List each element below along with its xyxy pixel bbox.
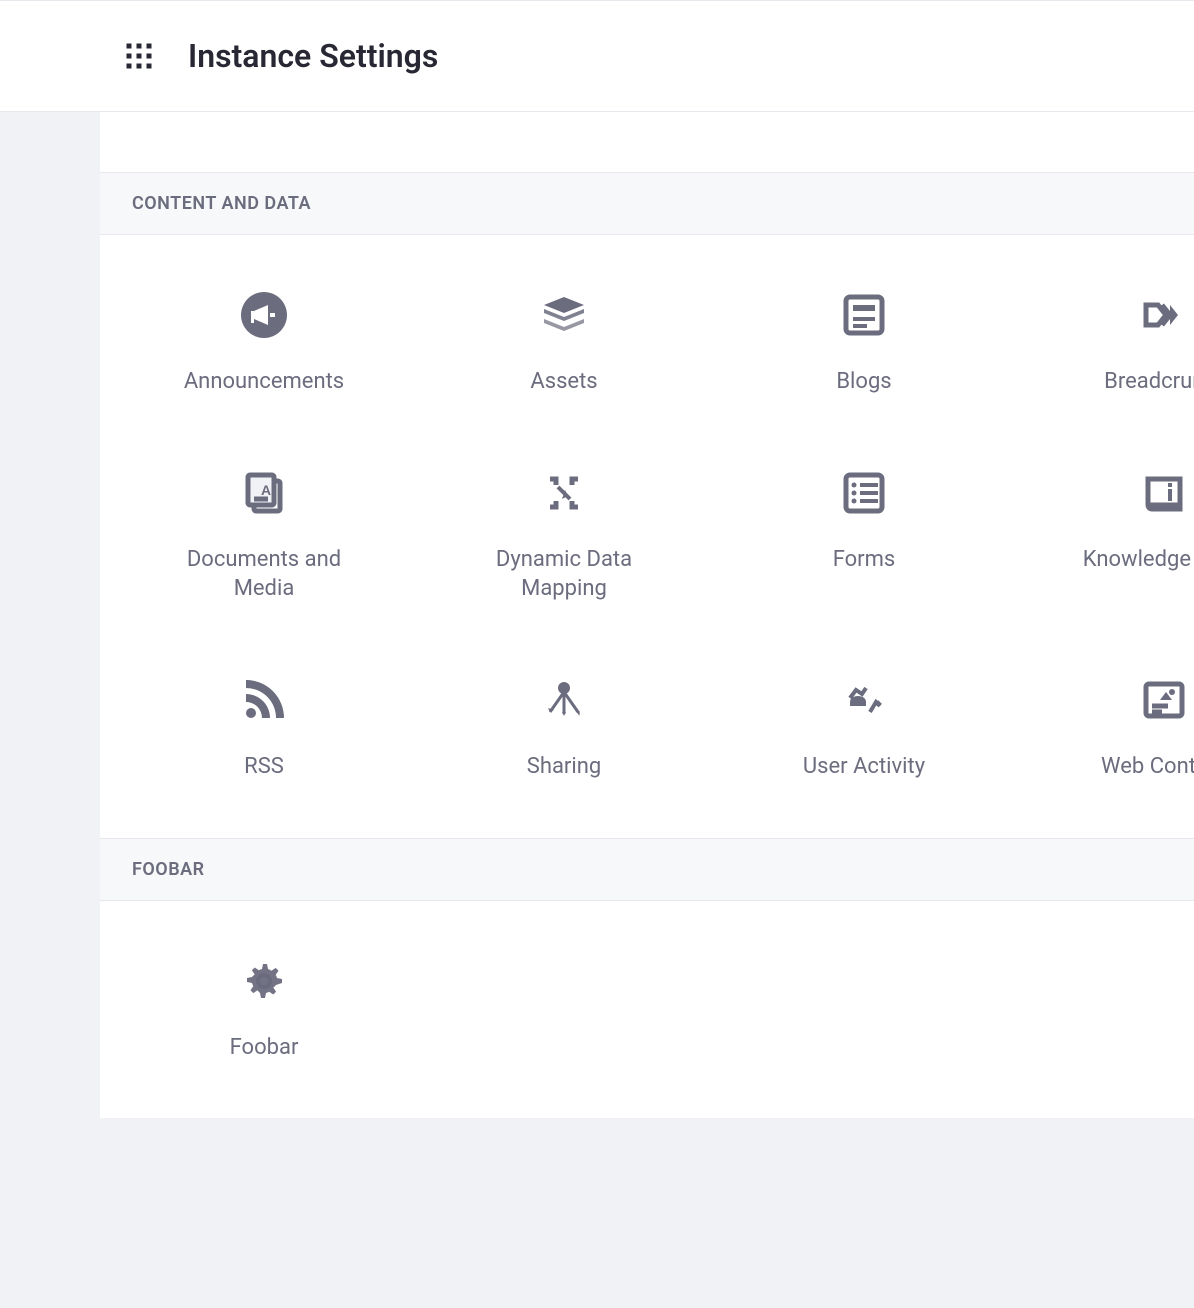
tile-label: Foobar [230, 1033, 299, 1063]
section-header-content-and-data: CONTENT AND DATA [100, 172, 1194, 235]
documents-icon: A [240, 469, 288, 517]
tile-forms[interactable]: Forms [714, 453, 1014, 620]
forms-icon [840, 469, 888, 517]
tile-dynamic-data-mapping[interactable]: Dynamic Data Mapping [414, 453, 714, 620]
content: CONTENT AND DATA Announcements Assets [100, 112, 1194, 1118]
tile-breadcrumb[interactable]: Breadcrumb [1014, 275, 1194, 413]
tile-label: Knowledge Base [1083, 545, 1194, 575]
apps-menu-icon[interactable] [122, 39, 156, 73]
stack-icon [540, 291, 588, 339]
tile-label: User Activity [803, 752, 925, 782]
tile-rss[interactable]: RSS [114, 660, 414, 798]
tile-label: Assets [530, 367, 597, 397]
megaphone-icon [240, 291, 288, 339]
tile-label: Forms [833, 545, 896, 575]
sharing-icon [540, 676, 588, 724]
grid-content-and-data: Announcements Assets Blog [100, 235, 1194, 838]
knowledge-icon [1140, 469, 1188, 517]
tile-label: Blogs [836, 367, 891, 397]
tile-blogs[interactable]: Blogs [714, 275, 1014, 413]
tile-web-content[interactable]: Web Content [1014, 660, 1194, 798]
tile-documents-and-media[interactable]: A Documents and Media [114, 453, 414, 620]
gear-icon [240, 957, 288, 1005]
web-content-icon [1140, 676, 1188, 724]
blog-icon [840, 291, 888, 339]
page-title: Instance Settings [188, 37, 438, 75]
datamap-icon [540, 469, 588, 517]
tile-assets[interactable]: Assets [414, 275, 714, 413]
panel-top-spacer [100, 112, 1194, 172]
tile-sharing[interactable]: Sharing [414, 660, 714, 798]
tile-label: Documents and Media [154, 545, 374, 604]
tile-user-activity[interactable]: User Activity [714, 660, 1014, 798]
tile-label: Web Content [1101, 752, 1194, 782]
rss-icon [240, 676, 288, 724]
tile-foobar[interactable]: Foobar [114, 941, 414, 1079]
user-activity-icon [840, 676, 888, 724]
tile-announcements[interactable]: Announcements [114, 275, 414, 413]
grid-foobar: Foobar [100, 901, 1194, 1119]
breadcrumb-icon [1140, 291, 1188, 339]
svg-text:A: A [261, 482, 271, 498]
topbar: Instance Settings [0, 0, 1194, 112]
tile-label: Sharing [527, 752, 601, 782]
tile-knowledge-base[interactable]: Knowledge Base [1014, 453, 1194, 620]
tile-label: Announcements [184, 367, 344, 397]
tile-label: Breadcrumb [1104, 367, 1194, 397]
tile-label: Dynamic Data Mapping [454, 545, 674, 604]
section-header-foobar: FOOBAR [100, 838, 1194, 901]
tile-label: RSS [244, 752, 284, 782]
